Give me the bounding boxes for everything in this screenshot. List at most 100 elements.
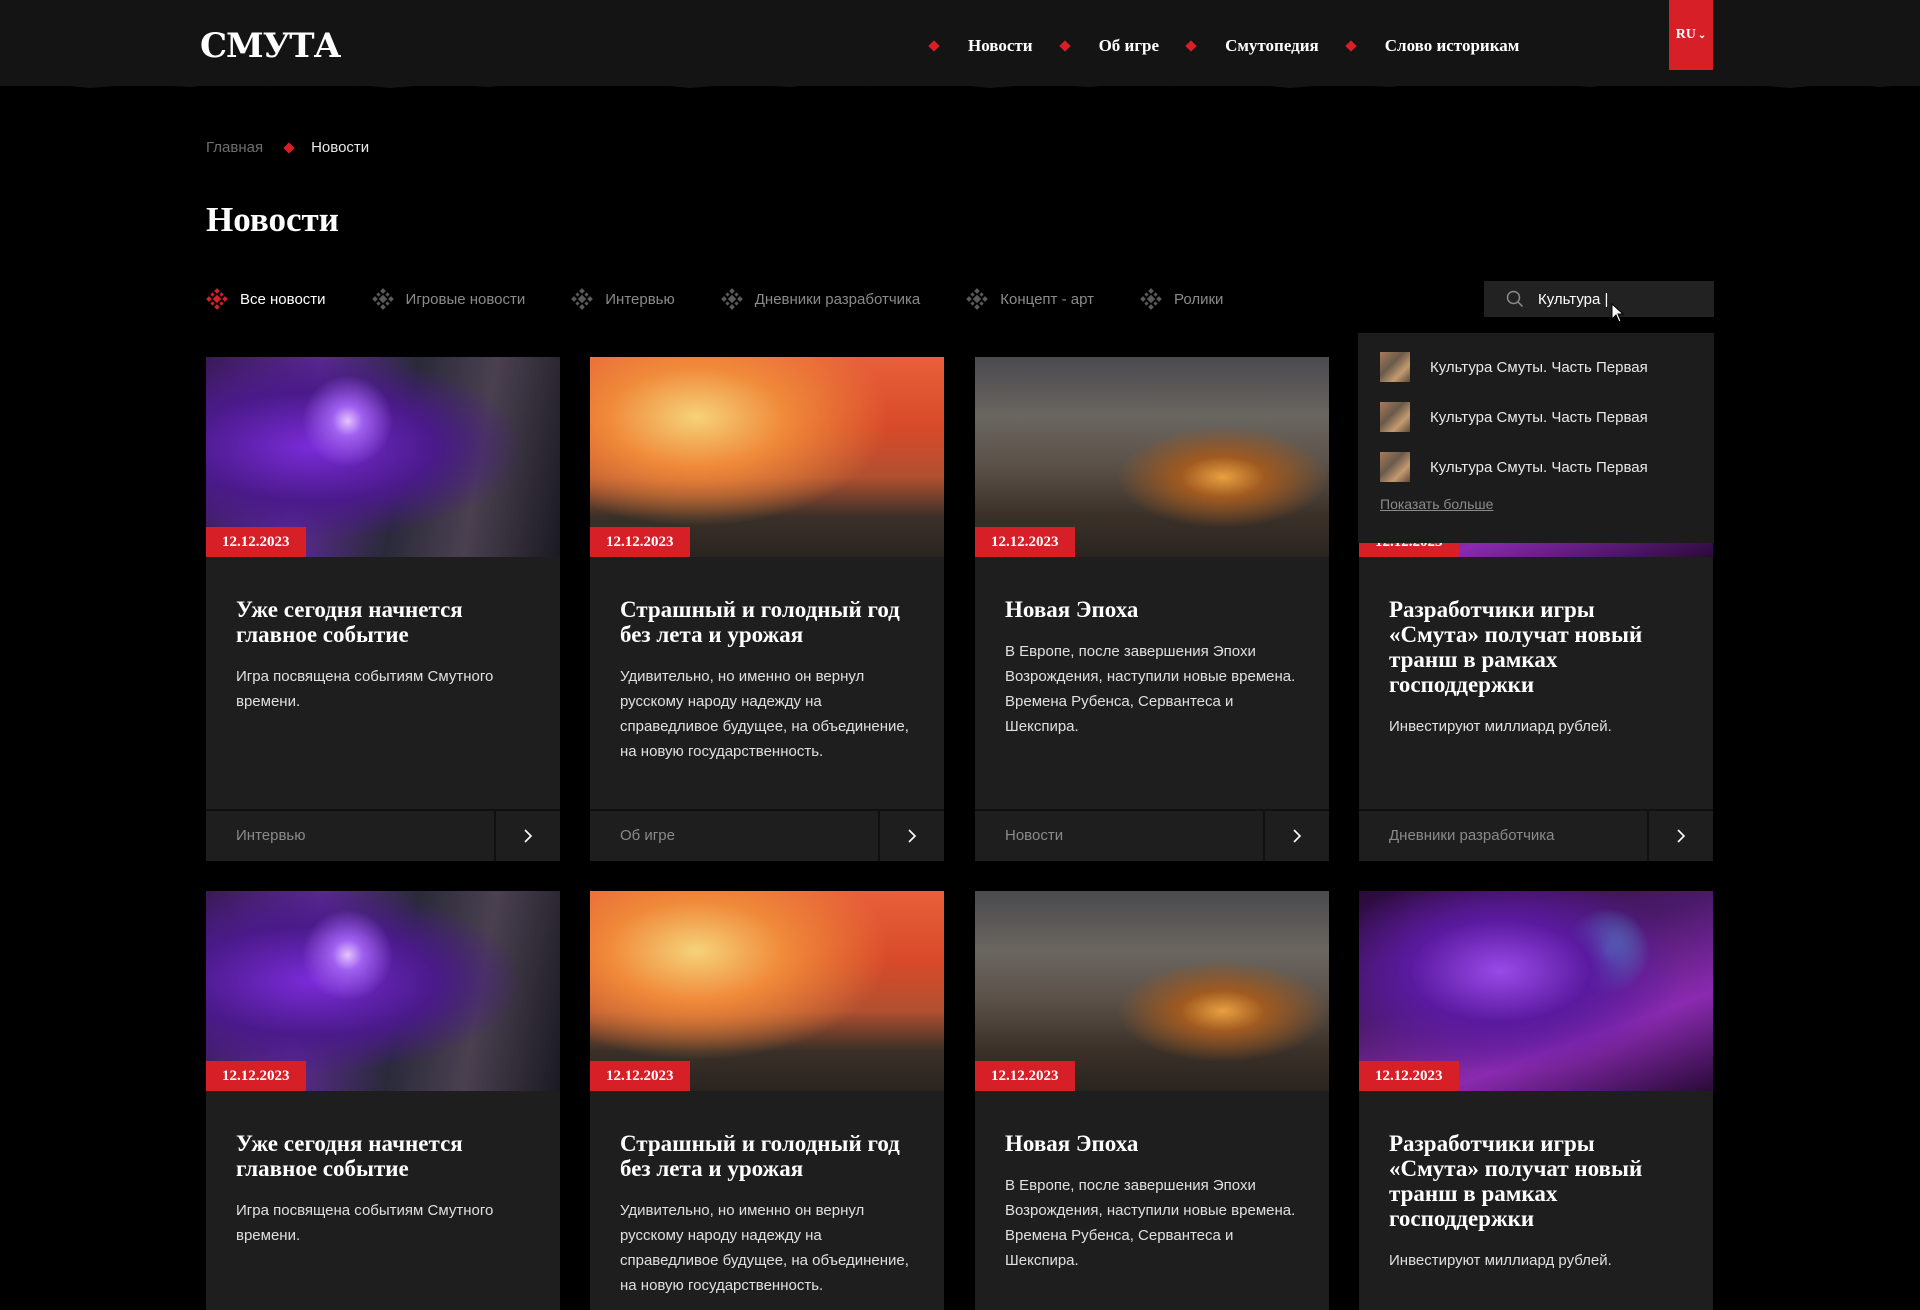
suggestion-thumbnail bbox=[1380, 352, 1410, 382]
search-icon bbox=[1506, 290, 1524, 308]
card-title[interactable]: Разработчики игры «Смута» получат новый … bbox=[1389, 1131, 1683, 1231]
card-date-badge: 12.12.2023 bbox=[975, 527, 1075, 557]
card-arrow-button[interactable] bbox=[1263, 811, 1329, 861]
mouse-pointer-icon bbox=[1611, 303, 1625, 323]
card-image: 12.12.2023 bbox=[975, 891, 1329, 1091]
filter-videos[interactable]: Ролики bbox=[1140, 288, 1223, 310]
card-text: Игра посвящена событиям Смутного времени… bbox=[236, 668, 494, 710]
news-card[interactable]: 12.12.2023 Страшный и голодный год без л… bbox=[590, 891, 944, 1310]
card-title[interactable]: Страшный и голодный год без лета и урожа… bbox=[620, 1131, 914, 1181]
filter-game-news[interactable]: Игровые новости bbox=[371, 288, 526, 310]
suggestion-item[interactable]: Культура Смуты. Часть Первая bbox=[1380, 402, 1694, 432]
ornament-icon bbox=[1140, 288, 1162, 310]
news-card[interactable]: 12.12.2023 Новая Эпоха В Европе, после з… bbox=[975, 357, 1329, 861]
ornament-icon bbox=[571, 288, 594, 310]
card-text: Инвестируют миллиард рублей. bbox=[1389, 1252, 1612, 1269]
chevron-right-icon bbox=[1293, 829, 1302, 843]
filter-concept-art[interactable]: Концепт - арт bbox=[966, 288, 1094, 310]
card-text: Игра посвящена событиям Смутного времени… bbox=[236, 1202, 494, 1244]
news-filters: Все новости Игровые новости Интервью Дне… bbox=[206, 288, 1269, 310]
card-title[interactable]: Новая Эпоха bbox=[1005, 597, 1299, 622]
nav-label: Слово историкам bbox=[1384, 36, 1520, 55]
card-title[interactable]: Уже сегодня начнется главное событие bbox=[236, 597, 530, 647]
card-text: Удивительно, но именно он вернул русском… bbox=[620, 668, 909, 760]
diamond-icon bbox=[1185, 40, 1197, 52]
site-header: СМУТА Новости Об игре Смутопедия Слово и… bbox=[0, 0, 1920, 86]
search-box bbox=[1484, 281, 1714, 317]
language-selector[interactable]: RU ⌄ bbox=[1669, 0, 1713, 70]
diamond-icon bbox=[928, 40, 940, 52]
filter-label: Все новости bbox=[240, 290, 326, 308]
chevron-down-icon: ⌄ bbox=[1697, 29, 1707, 41]
diamond-icon bbox=[1345, 40, 1357, 52]
card-text: В Европе, после завершения Эпохи Возрожд… bbox=[1005, 1177, 1296, 1269]
news-card[interactable]: 12.12.2023 Страшный и голодный год без л… bbox=[590, 357, 944, 861]
card-title[interactable]: Страшный и голодный год без лета и урожа… bbox=[620, 597, 914, 647]
card-arrow-button[interactable] bbox=[1647, 811, 1713, 861]
nav-label: Новости bbox=[968, 36, 1033, 55]
card-category[interactable]: Об игре bbox=[590, 811, 878, 861]
suggestion-label: Культура Смуты. Часть Первая bbox=[1430, 458, 1648, 476]
show-more-link[interactable]: Показать больше bbox=[1380, 496, 1694, 512]
diamond-icon bbox=[283, 141, 295, 154]
filter-label: Дневники разработчика bbox=[754, 290, 921, 308]
chevron-right-icon bbox=[524, 829, 533, 843]
filter-label: Игровые новости bbox=[405, 290, 526, 308]
site-logo[interactable]: СМУТА bbox=[200, 26, 341, 66]
card-footer: Интервью bbox=[206, 809, 560, 861]
card-title[interactable]: Уже сегодня начнется главное событие bbox=[236, 1131, 530, 1181]
suggestion-item[interactable]: Культура Смуты. Часть Первая bbox=[1380, 352, 1694, 382]
nav-item-smutopedia[interactable]: Смутопедия bbox=[1185, 36, 1319, 56]
card-title[interactable]: Разработчики игры «Смута» получат новый … bbox=[1389, 597, 1683, 697]
card-footer: Об игре bbox=[590, 809, 944, 861]
nav-item-news[interactable]: Новости bbox=[928, 36, 1033, 56]
suggestion-item[interactable]: Культура Смуты. Часть Первая bbox=[1380, 452, 1694, 482]
card-category[interactable]: Дневники разработчика bbox=[1359, 811, 1647, 861]
filter-all-news[interactable]: Все новости bbox=[206, 288, 326, 310]
news-card[interactable]: 12.12.2023 Разработчики игры «Смута» пол… bbox=[1359, 891, 1713, 1310]
breadcrumb-current: Новости bbox=[311, 139, 370, 156]
nav-item-about[interactable]: Об игре bbox=[1058, 36, 1160, 56]
card-text: Инвестируют миллиард рублей. bbox=[1389, 718, 1612, 735]
news-card[interactable]: 12.12.2023 Новая Эпоха В Европе, после з… bbox=[975, 891, 1329, 1310]
ornament-icon bbox=[720, 288, 743, 310]
main-nav: Новости Об игре Смутопедия Слово историк… bbox=[928, 36, 1547, 56]
card-date-badge: 12.12.2023 bbox=[206, 527, 306, 557]
card-image: 12.12.2023 bbox=[206, 357, 560, 557]
news-card[interactable]: 12.12.2023 Уже сегодня начнется главное … bbox=[206, 357, 560, 861]
card-text: В Европе, после завершения Эпохи Возрожд… bbox=[1005, 643, 1296, 735]
card-image: 12.12.2023 bbox=[590, 891, 944, 1091]
filter-label: Интервью bbox=[605, 290, 675, 308]
breadcrumb: Главная Новости bbox=[206, 139, 369, 156]
filter-interview[interactable]: Интервью bbox=[571, 288, 675, 310]
card-image: 12.12.2023 bbox=[975, 357, 1329, 557]
news-card[interactable]: 12.12.2023 Уже сегодня начнется главное … bbox=[206, 891, 560, 1310]
card-date-badge: 12.12.2023 bbox=[206, 1061, 306, 1091]
card-arrow-button[interactable] bbox=[878, 811, 944, 861]
ornament-icon bbox=[966, 288, 989, 310]
card-date-badge: 12.12.2023 bbox=[975, 1061, 1075, 1091]
card-text: Удивительно, но именно он вернул русском… bbox=[620, 1202, 909, 1294]
nav-item-historians[interactable]: Слово историкам bbox=[1345, 36, 1520, 56]
card-title[interactable]: Новая Эпоха bbox=[1005, 1131, 1299, 1156]
nav-label: Об игре bbox=[1098, 36, 1160, 55]
chevron-right-icon bbox=[908, 829, 917, 843]
card-category[interactable]: Интервью bbox=[206, 811, 494, 861]
filter-dev-diaries[interactable]: Дневники разработчика bbox=[720, 288, 921, 310]
card-date-badge: 12.12.2023 bbox=[590, 527, 690, 557]
card-image: 12.12.2023 bbox=[1359, 891, 1713, 1091]
card-category[interactable]: Новости bbox=[975, 811, 1263, 861]
diamond-icon bbox=[1058, 40, 1071, 52]
card-image: 12.12.2023 bbox=[206, 891, 560, 1091]
breadcrumb-home[interactable]: Главная bbox=[206, 139, 263, 156]
filter-label: Ролики bbox=[1173, 290, 1224, 308]
suggestion-thumbnail bbox=[1380, 402, 1410, 432]
suggestion-thumbnail bbox=[1380, 452, 1410, 482]
card-arrow-button[interactable] bbox=[494, 811, 560, 861]
nav-label: Смутопедия bbox=[1225, 36, 1319, 55]
card-image: 12.12.2023 bbox=[590, 357, 944, 557]
page-title: Новости bbox=[206, 200, 339, 239]
suggestion-label: Культура Смуты. Часть Первая bbox=[1430, 358, 1648, 376]
card-date-badge: 12.12.2023 bbox=[590, 1061, 690, 1091]
language-label: RU bbox=[1675, 27, 1696, 42]
